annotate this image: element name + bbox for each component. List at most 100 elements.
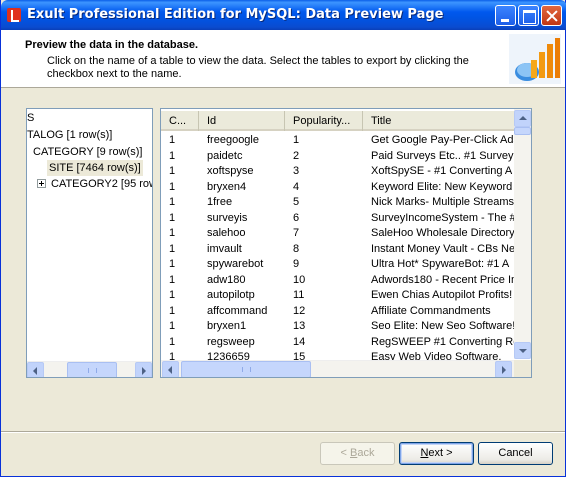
table-cell: Paid Surveys Etc.. #1 Survey — [371, 149, 514, 162]
table-cell: 11 — [293, 289, 305, 301]
scroll-right-icon[interactable] — [135, 362, 152, 377]
tree-item-category2[interactable]: CATEGORY2 [95 row(s)] — [51, 176, 152, 192]
table-cell: 1 — [169, 289, 176, 301]
tree-item-site[interactable]: SITE [7464 row(s)] — [47, 160, 143, 176]
table-cell: SurveyIncomeSystem - The # — [371, 211, 515, 224]
table-row[interactable]: 1 freegoogle 1 Get Google Pay-Per-Click Ads — [161, 133, 515, 148]
tree-horizontal-scrollbar[interactable] — [27, 361, 152, 377]
table-cell: 2 — [293, 149, 300, 162]
table-cell: spywarebot — [207, 258, 264, 270]
scroll-thumb[interactable] — [181, 361, 311, 377]
table-row[interactable]: 1 regsweep 14 RegSWEEP #1 Converting Re — [161, 335, 515, 350]
table-cell: bryxen4 — [207, 180, 247, 193]
table-cell: Keyword Elite: New Keyword — [371, 180, 513, 193]
table-cell: 4 — [293, 180, 300, 193]
table-cell: 6 — [293, 211, 300, 224]
table-row[interactable]: 1 bryxen4 4 Keyword Elite: New Keyword — [161, 180, 515, 195]
back-button-label: ack — [357, 447, 375, 459]
title-bar[interactable]: Exult Professional Edition for MySQL: Da… — [1, 0, 566, 30]
grid-header: C... Id Popularity... Title — [161, 111, 515, 131]
scroll-down-icon[interactable] — [514, 342, 531, 359]
back-button[interactable]: < Back — [320, 442, 395, 465]
maximize-button[interactable] — [518, 5, 539, 26]
table-tree[interactable]: S TALOG [1 row(s)] CATEGORY [9 row(s)] S… — [26, 108, 153, 378]
column-header-popularity[interactable]: Popularity... — [285, 111, 363, 131]
grid-vertical-scrollbar[interactable] — [514, 109, 531, 359]
table-cell: 1 — [169, 335, 176, 348]
vertical-scroll-thumb[interactable] — [514, 127, 531, 135]
data-preview-grid[interactable]: C... Id Popularity... Title 1 freegoogle 1… — [160, 108, 532, 378]
footer-separator — [1, 431, 565, 433]
table-cell: Ewen Chias Autopilot Profits! — [371, 289, 513, 301]
wizard-header: Preview the data in the database. Click … — [1, 30, 565, 88]
table-row[interactable]: 1 surveyis 6 SurveyIncomeSystem - The # — [161, 211, 515, 226]
table-cell: bryxen1 — [207, 320, 247, 332]
table-cell: 1 — [169, 134, 176, 146]
app-icon — [7, 8, 21, 22]
scroll-corner — [514, 360, 531, 377]
table-cell: 13 — [293, 320, 306, 332]
table-cell: 1 — [169, 211, 176, 224]
scroll-thumb[interactable] — [67, 362, 117, 377]
table-cell: Nick Marks- Multiple Streams C — [371, 196, 515, 208]
table-cell: 10 — [293, 273, 306, 286]
table-cell: adw180 — [207, 273, 246, 286]
column-header-c[interactable]: C... — [161, 111, 199, 131]
table-cell: Instant Money Vault - CBs Ne — [371, 242, 515, 255]
table-row[interactable]: 1 spywarebot 9 Ultra Hot* SpywareBot: #1 A — [161, 257, 515, 272]
expand-plus-icon[interactable] — [37, 179, 46, 188]
chart-logo-icon — [509, 34, 561, 84]
table-cell: 7 — [293, 227, 300, 239]
scroll-left-icon[interactable] — [27, 362, 44, 377]
table-row[interactable]: 1 salehoo 7 SaleHoo Wholesale Directory — [161, 226, 515, 241]
window-title: Exult Professional Edition for MySQL: Da… — [27, 7, 444, 22]
scroll-up-icon[interactable] — [514, 110, 531, 127]
table-cell: RegSWEEP #1 Converting Re — [371, 335, 515, 348]
table-cell: SaleHoo Wholesale Directory — [371, 227, 515, 239]
table-row[interactable]: 1 xoftspyse 3 XoftSpySE - #1 Converting A — [161, 164, 515, 179]
table-cell: imvault — [207, 242, 242, 255]
table-cell: 1 — [169, 273, 176, 286]
table-row[interactable]: 1 affcommand 12 Affiliate Commandments — [161, 304, 515, 319]
table-cell: 1 — [169, 196, 176, 208]
next-button[interactable]: Next > — [399, 442, 474, 465]
table-row[interactable]: 1 1free 5 Nick Marks- Multiple Streams C — [161, 195, 515, 210]
table-row[interactable]: 1 paidetc 2 Paid Surveys Etc.. #1 Survey — [161, 149, 515, 164]
column-header-id[interactable]: Id — [199, 111, 285, 131]
tree-item-root[interactable]: S — [27, 110, 34, 126]
table-cell: 1 — [169, 180, 176, 193]
table-row[interactable]: 1 adw180 10 Adwords180 - Recent Price In — [161, 273, 515, 288]
table-cell: Seo Elite: New Seo Software! — [371, 320, 515, 332]
minimize-button[interactable] — [495, 5, 516, 26]
close-button[interactable] — [541, 5, 562, 26]
table-cell: 1 — [293, 134, 300, 146]
table-cell: 1 — [169, 227, 176, 239]
table-cell: 14 — [293, 335, 306, 348]
table-cell: Ultra Hot* SpywareBot: #1 A — [371, 258, 510, 270]
table-cell: salehoo — [207, 227, 246, 239]
table-cell: 5 — [293, 196, 300, 208]
tree-item-catalog[interactable]: TALOG [1 row(s)] — [27, 127, 112, 143]
next-button-label: ext > — [428, 447, 453, 459]
table-cell: 9 — [293, 258, 300, 270]
table-cell: paidetc — [207, 149, 243, 162]
table-cell: surveyis — [207, 211, 248, 224]
table-cell: Get Google Pay-Per-Click Ads — [371, 134, 515, 146]
cancel-button[interactable]: Cancel — [478, 442, 553, 465]
table-row[interactable]: 1 imvault 8 Instant Money Vault - CBs Ne — [161, 242, 515, 257]
tree-item-category[interactable]: CATEGORY [9 row(s)] — [33, 144, 142, 160]
back-button-prefix: < — [340, 447, 350, 459]
table-cell: xoftspyse — [207, 165, 254, 177]
table-cell: 1 — [169, 242, 176, 255]
table-cell: 3 — [293, 165, 300, 177]
column-header-title[interactable]: Title — [363, 111, 515, 131]
grid-horizontal-scrollbar[interactable] — [161, 360, 514, 377]
table-row[interactable]: 1 autopilotp 11 Ewen Chias Autopilot Profit… — [161, 288, 515, 303]
scroll-right-icon[interactable] — [495, 361, 512, 377]
table-cell: autopilotp — [207, 289, 255, 301]
table-cell: Adwords180 - Recent Price In — [371, 273, 515, 286]
wizard-window: Exult Professional Edition for MySQL: Da… — [0, 0, 566, 477]
table-row[interactable]: 1 bryxen1 13 Seo Elite: New Seo Software! — [161, 319, 515, 334]
scroll-left-icon[interactable] — [162, 361, 179, 377]
table-cell: 1 — [169, 320, 176, 332]
